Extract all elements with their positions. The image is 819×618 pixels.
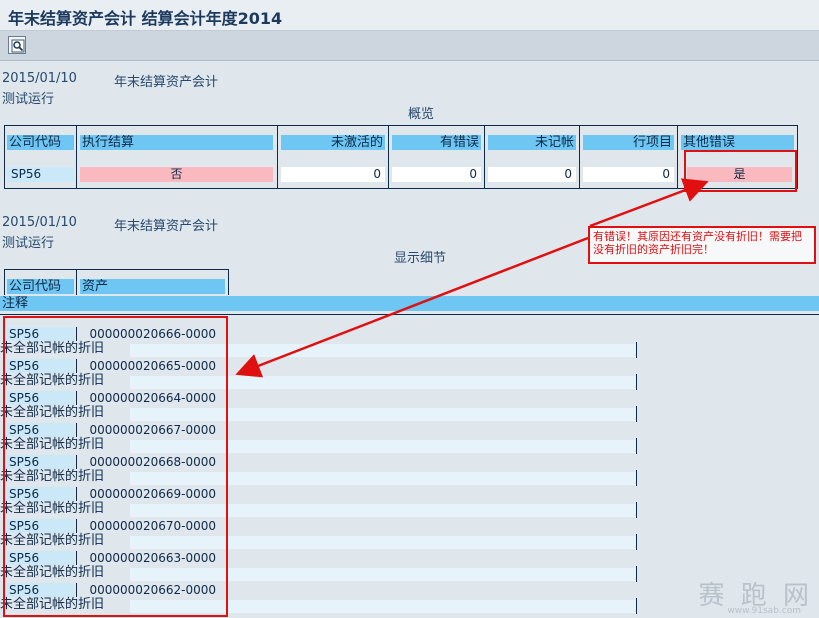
arrow-to-details: [235, 236, 589, 378]
toolbar: [0, 31, 819, 61]
annotation-arrows: [235, 178, 709, 378]
search-button[interactable]: [8, 36, 26, 54]
report-content: 2015/01/10 年末结算资产会计 测试运行 概览 公司代码 执行结算 未激…: [0, 61, 819, 618]
watermark-url: www.91sab.com: [727, 606, 801, 616]
window-title: 年末结算资产会计 结算会计年度2014: [8, 9, 283, 28]
title-bar: 年末结算资产会计 结算会计年度2014: [0, 0, 819, 31]
annotation-callout: 有错误！其原因还有资产没有折旧！需要把没有折旧的资产折旧完！: [588, 226, 816, 264]
arrow-to-other-errors: [589, 178, 709, 228]
search-icon: [11, 39, 25, 53]
